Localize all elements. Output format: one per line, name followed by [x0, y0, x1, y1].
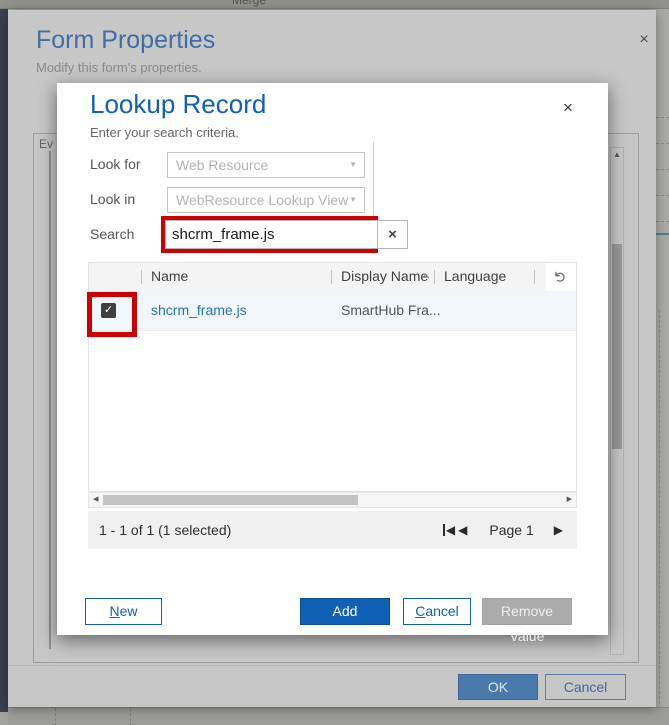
- table-row[interactable]: ✓ shcrm_frame.js SmartHub Fra...: [89, 291, 576, 331]
- divider: [656, 221, 669, 222]
- divider: [656, 143, 669, 144]
- first-page-icon: [443, 524, 445, 536]
- chevron-down-icon: ▼: [349, 188, 357, 212]
- close-icon[interactable]: ×: [634, 30, 654, 50]
- search-input[interactable]: [166, 221, 377, 248]
- look-for-label: Look for: [90, 156, 141, 172]
- background-form-editor-bottom: [8, 707, 669, 725]
- scroll-up-icon[interactable]: ▲: [611, 150, 623, 159]
- status-bar: 1 - 1 of 1 (1 selected) ◀ ◀ Page 1 ▶: [88, 511, 577, 549]
- divider: [659, 310, 660, 709]
- scroll-right-icon[interactable]: ▶: [567, 493, 572, 507]
- search-label: Search: [90, 226, 134, 242]
- lookup-record-title: Lookup Record: [90, 89, 266, 120]
- look-in-label: Look in: [90, 191, 135, 207]
- column-header-display-name[interactable]: Display Name: [341, 268, 428, 284]
- scrollbar-thumb[interactable]: [612, 244, 622, 449]
- divider: [656, 117, 669, 118]
- add-button[interactable]: Add: [300, 598, 390, 625]
- row-display-name: SmartHub Fra...: [341, 302, 441, 318]
- cancel-button[interactable]: Cancel: [545, 674, 626, 700]
- previous-page-icon[interactable]: ◀: [458, 523, 467, 537]
- vertical-scrollbar[interactable]: ▲: [610, 147, 624, 655]
- scrollbar-thumb[interactable]: [103, 495, 358, 505]
- lookup-record-subtitle: Enter your search criteria.: [90, 125, 239, 140]
- results-grid: Name Display Name Language ↺ ✓ shcrm_fra…: [88, 262, 577, 492]
- new-button-label: New: [86, 599, 161, 624]
- look-for-value: Web Resource: [176, 157, 268, 173]
- ribbon-strip: Merge: [0, 0, 669, 9]
- cancel-button-label: Cancel: [404, 599, 470, 624]
- divider: [8, 665, 656, 666]
- clear-search-icon[interactable]: ×: [377, 221, 407, 248]
- column-header-language[interactable]: Language: [444, 268, 506, 284]
- record-count-text: 1 - 1 of 1 (1 selected): [99, 522, 443, 538]
- look-for-dropdown[interactable]: Web Resource ▼: [167, 152, 365, 178]
- ok-button[interactable]: OK: [458, 674, 538, 700]
- divider: [141, 270, 142, 284]
- divider: [130, 708, 131, 725]
- annotation-highlight-checkbox: [87, 292, 137, 337]
- refresh-button[interactable]: ↺: [546, 263, 576, 291]
- refresh-icon: ↺: [547, 271, 575, 284]
- screen: Merge Form Properties Modify this form's…: [0, 0, 669, 725]
- divider: [656, 195, 669, 196]
- form-properties-subtitle: Modify this form's properties.: [36, 60, 202, 75]
- divider: [331, 270, 332, 284]
- divider: [55, 708, 56, 725]
- divider: [534, 270, 535, 284]
- horizontal-scrollbar[interactable]: ◀ ▶: [88, 492, 577, 508]
- pagination: ◀ ◀ Page 1 ▶: [443, 522, 563, 538]
- look-in-dropdown[interactable]: WebResource Lookup View ▼: [167, 187, 365, 213]
- look-in-value: WebResource Lookup View: [176, 192, 348, 208]
- background-form-editor: [656, 9, 669, 707]
- new-button[interactable]: New: [85, 598, 162, 625]
- chevron-down-icon: ▼: [349, 153, 357, 177]
- column-header-name[interactable]: Name: [151, 268, 188, 284]
- annotation-highlight-search: ×: [161, 216, 378, 253]
- cancel-button[interactable]: Cancel: [403, 598, 471, 625]
- page-number-label: Page 1: [489, 522, 533, 538]
- lookup-record-dialog: × Lookup Record Enter your search criter…: [57, 83, 608, 635]
- remove-value-button[interactable]: Remove Value: [482, 598, 572, 625]
- first-page-icon: ◀: [446, 523, 455, 537]
- ribbon-merge-label: Merge: [232, 0, 266, 7]
- event-panel-label: Ev: [39, 137, 59, 151]
- search-field: ×: [165, 220, 408, 249]
- row-name-link[interactable]: shcrm_frame.js: [151, 302, 247, 318]
- divider: [656, 169, 669, 170]
- scroll-left-icon[interactable]: ◀: [93, 493, 98, 507]
- divider: [656, 233, 669, 235]
- form-properties-title: Form Properties: [36, 26, 215, 55]
- close-icon[interactable]: ×: [557, 97, 579, 119]
- window-border: [0, 9, 8, 712]
- next-page-icon[interactable]: ▶: [554, 523, 563, 537]
- divider: [49, 151, 51, 649]
- first-page-button[interactable]: ◀: [443, 523, 455, 537]
- divider: [434, 270, 435, 284]
- grid-header-row: Name Display Name Language ↺: [89, 263, 576, 291]
